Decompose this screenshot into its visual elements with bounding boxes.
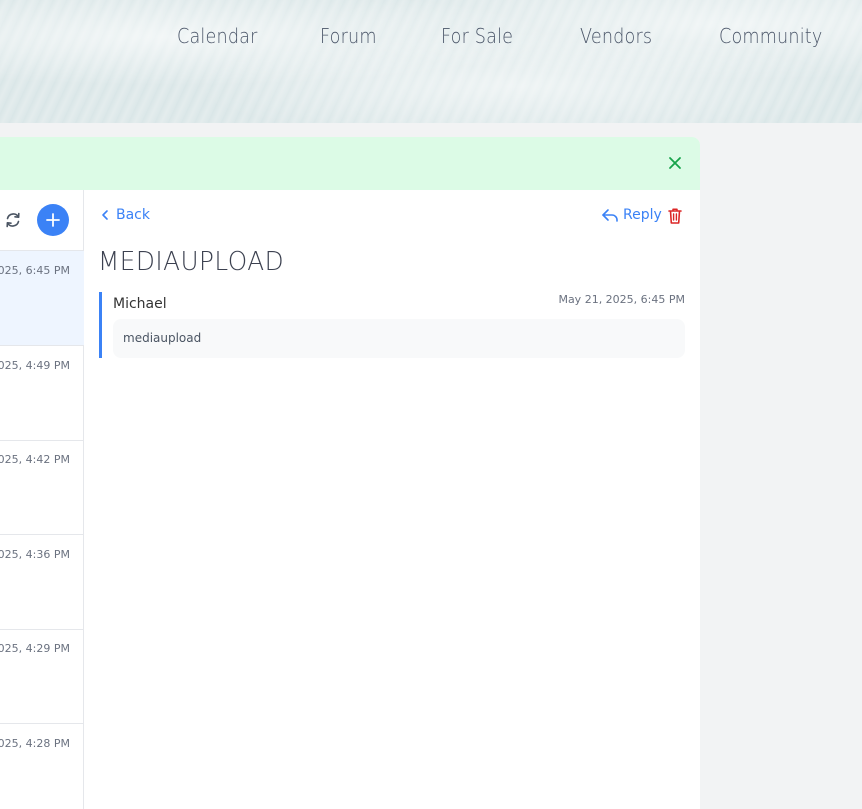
reply-icon <box>602 209 618 222</box>
message-detail: Back Reply MEDIAUPLOAD Michael May 21, 2… <box>84 190 700 809</box>
message-list: 2025, 6:45 PM 2025, 4:49 PM 2025, 4:42 P… <box>0 190 84 809</box>
reply-button[interactable]: Reply <box>601 207 662 223</box>
back-label: Back <box>116 207 150 223</box>
nav-for-sale[interactable]: For Sale <box>441 24 513 48</box>
list-item-time: 2025, 4:29 PM <box>0 642 70 655</box>
list-item[interactable]: 2025, 6:45 PM <box>0 251 84 346</box>
list-item-time: 2025, 6:45 PM <box>0 264 70 277</box>
message-subject: MEDIAUPLOAD <box>98 247 285 277</box>
close-icon[interactable] <box>666 154 684 172</box>
list-item[interactable]: 2025, 4:42 PM <box>0 440 84 535</box>
list-item-time: 2025, 4:49 PM <box>0 359 70 372</box>
list-item-time: 2025, 4:28 PM <box>0 737 70 750</box>
list-toolbar <box>0 190 84 251</box>
chevron-left-icon <box>102 210 108 220</box>
refresh-icon[interactable] <box>4 211 22 229</box>
plus-icon <box>46 213 60 227</box>
site-header: Calendar Forum For Sale Vendors Communit… <box>0 0 862 123</box>
message-timestamp: May 21, 2025, 6:45 PM <box>558 293 685 306</box>
message-body: mediaupload <box>113 319 685 358</box>
message-author: Michael <box>113 296 167 312</box>
list-item[interactable]: 2025, 4:49 PM <box>0 346 84 441</box>
messages-panel: 2025, 6:45 PM 2025, 4:49 PM 2025, 4:42 P… <box>0 137 700 809</box>
nav-community[interactable]: Community <box>719 24 822 48</box>
nav-vendors[interactable]: Vendors <box>580 24 652 48</box>
add-message-button[interactable] <box>37 204 69 236</box>
list-item[interactable]: 2025, 4:28 PM <box>0 724 84 809</box>
list-item[interactable]: 2025, 4:36 PM <box>0 535 84 630</box>
reply-label: Reply <box>623 207 662 223</box>
notification-banner <box>0 137 700 190</box>
nav-calendar[interactable]: Calendar <box>177 24 258 48</box>
list-item[interactable]: 2025, 4:29 PM <box>0 629 84 724</box>
back-button[interactable]: Back <box>100 207 150 223</box>
nav-forum[interactable]: Forum <box>320 24 377 48</box>
list-item-time: 2025, 4:36 PM <box>0 548 70 561</box>
trash-icon[interactable] <box>667 207 683 225</box>
message-card: Michael May 21, 2025, 6:45 PM mediauploa… <box>99 292 685 358</box>
list-item-time: 2025, 4:42 PM <box>0 453 70 466</box>
